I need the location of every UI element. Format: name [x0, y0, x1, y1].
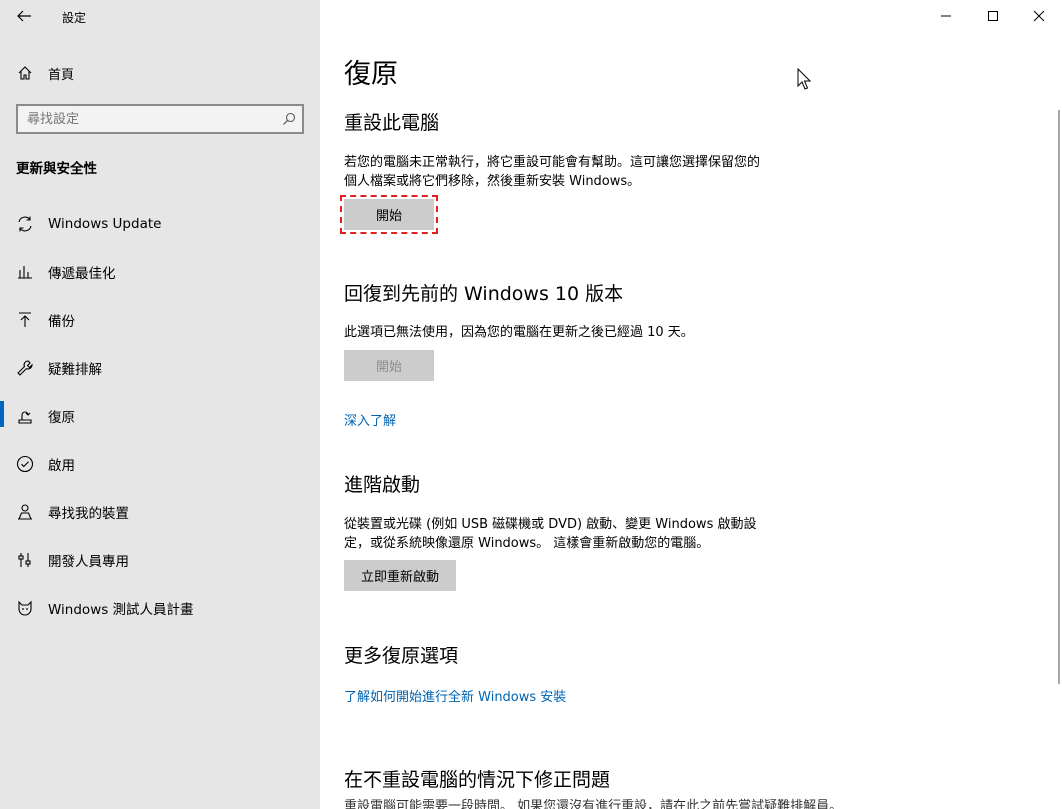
sidebar-item-delivery-optimization[interactable]: 傳遞最佳化 [0, 248, 320, 296]
main-content: 復原 重設此電腦 若您的電腦未正常執行，將它重設可能會有幫助。這可讓您選擇保留您… [320, 0, 1062, 809]
page-title: 復原 [344, 59, 398, 90]
rollback-heading: 回復到先前的 Windows 10 版本 [344, 283, 624, 305]
sidebar-item-activation[interactable]: 啟用 [0, 440, 320, 488]
sidebar-item-troubleshoot[interactable]: 疑難排解 [0, 344, 320, 392]
advanced-startup-description: 從裝置或光碟 (例如 USB 磁碟機或 DVD) 啟動、變更 Windows 啟… [344, 515, 804, 553]
sidebar-item-home[interactable]: 首頁 [0, 58, 320, 88]
reset-get-started-button[interactable]: 開始 [340, 195, 438, 234]
recovery-icon [15, 407, 35, 425]
sidebar-item-label: 復原 [48, 410, 75, 426]
sidebar: 設定 首頁 更新與安全性 Windows Update 傳遞最佳化 [0, 0, 320, 809]
back-arrow-icon [17, 10, 31, 22]
search-box[interactable] [16, 104, 304, 134]
delivery-optimization-icon [15, 263, 35, 281]
rollback-get-started-button[interactable]: 開始 [344, 350, 434, 381]
restart-now-button[interactable]: 立即重新啟動 [344, 560, 456, 591]
reset-description: 若您的電腦未正常執行，將它重設可能會有幫助。這可讓您選擇保留您的 個人檔案或將它… [344, 153, 804, 191]
back-button[interactable] [14, 6, 34, 26]
sidebar-item-for-developers[interactable]: 開發人員專用 [0, 536, 320, 584]
sidebar-item-label: 疑難排解 [48, 362, 102, 378]
insider-cat-icon [15, 599, 35, 617]
sidebar-item-label: Windows 測試人員計畫 [48, 602, 194, 618]
sidebar-item-recovery[interactable]: 復原 [0, 392, 320, 440]
advanced-description-line: 從裝置或光碟 (例如 USB 磁碟機或 DVD) 啟動、變更 Windows 啟… [344, 517, 757, 532]
developer-sliders-icon [15, 551, 35, 569]
fix-heading: 在不重設電腦的情況下修正問題 [344, 769, 611, 791]
section-heading: 更新與安全性 [16, 161, 97, 177]
sidebar-item-find-my-device[interactable]: 尋找我的裝置 [0, 488, 320, 536]
reset-heading: 重設此電腦 [344, 112, 440, 134]
sidebar-item-label: 備份 [48, 314, 75, 330]
rollback-description: 此選項已無法使用，因為您的電腦在更新之後已經過 10 天。 [344, 325, 694, 340]
wrench-icon [15, 359, 35, 377]
mouse-cursor-icon [797, 68, 811, 90]
sidebar-item-label: 啟用 [48, 458, 75, 474]
advanced-description-line: 定，或從系統映像還原 Windows。 這樣會重新啟動您的電腦。 [344, 536, 710, 551]
sidebar-item-windows-insider[interactable]: Windows 測試人員計畫 [0, 584, 320, 632]
learn-more-link[interactable]: 深入了解 [344, 410, 396, 429]
app-title: 設定 [62, 11, 87, 25]
sidebar-item-backup[interactable]: 備份 [0, 296, 320, 344]
sidebar-item-label: Windows Update [48, 216, 162, 232]
search-icon[interactable] [276, 112, 302, 126]
more-recovery-heading: 更多復原選項 [344, 645, 459, 667]
person-locate-icon [15, 503, 35, 521]
sidebar-item-label: 首頁 [48, 67, 75, 83]
reset-description-line: 個人檔案或將它們移除，然後重新安裝 Windows。 [344, 174, 641, 189]
sidebar-item-label: 傳遞最佳化 [48, 266, 116, 282]
reset-description-line: 若您的電腦未正常執行，將它重設可能會有幫助。這可讓您選擇保留您的 [344, 155, 761, 170]
sidebar-item-label: 尋找我的裝置 [48, 506, 129, 522]
advanced-startup-heading: 進階啟動 [344, 474, 421, 496]
refresh-icon [15, 215, 35, 233]
sidebar-nav: Windows Update 傳遞最佳化 備份 疑難排解 復原 啟用 尋找我的裝… [0, 200, 320, 632]
check-circle-icon [15, 455, 35, 473]
scrollbar[interactable] [1058, 110, 1060, 684]
sidebar-item-label: 開發人員專用 [48, 554, 129, 570]
home-icon [15, 65, 35, 81]
fresh-install-link[interactable]: 了解如何開始進行全新 Windows 安裝 [344, 686, 566, 705]
search-input[interactable] [18, 106, 276, 132]
fix-description: 重設電腦可能需要一段時間。 如果您還沒有進行重設，請在此之前先嘗試疑難排解員。 [344, 799, 843, 809]
sidebar-item-windows-update[interactable]: Windows Update [0, 200, 320, 248]
backup-upload-icon [15, 311, 35, 329]
